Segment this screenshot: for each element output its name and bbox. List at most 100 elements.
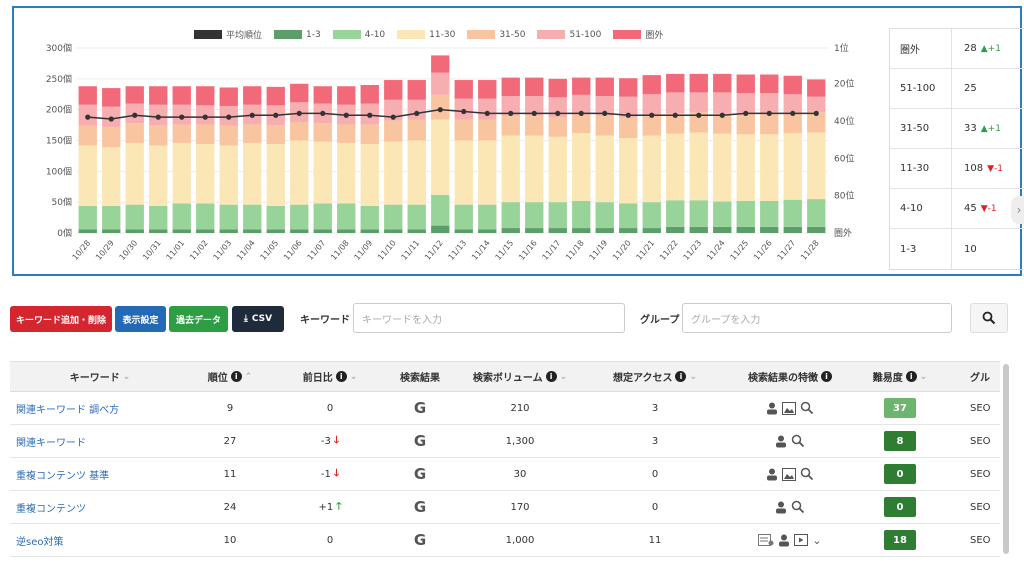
col-volume[interactable]: 検索ボリューム i ⌄	[450, 362, 590, 391]
feature-icons: ⌄	[758, 534, 822, 547]
bar-segment	[431, 225, 450, 233]
x-tick-label: 11/11	[400, 239, 422, 262]
keyword-link[interactable]: 重複コンテンツ 基準	[10, 458, 190, 490]
bar-segment	[102, 147, 121, 206]
group-value: SEO	[970, 402, 991, 414]
google-icon[interactable]: G	[414, 498, 426, 516]
y-tick-label-left: 50個	[52, 196, 72, 208]
bar-segment	[807, 199, 826, 227]
col-access[interactable]: 想定アクセス i ⌄	[590, 362, 720, 391]
bar-segment	[196, 144, 215, 204]
average-rank-point	[555, 110, 561, 117]
chevron-down-icon[interactable]: ⌄	[812, 534, 821, 547]
bar-segment	[337, 203, 356, 230]
y-tick-label-left: 300個	[46, 42, 72, 54]
bar-segment	[196, 229, 215, 233]
keyword-link[interactable]: 関連キーワード 調べ方	[10, 392, 190, 424]
bar-segment	[525, 115, 544, 136]
volume-value: 210	[510, 402, 530, 414]
google-icon[interactable]: G	[414, 432, 426, 450]
volume-cell: 1,300	[450, 425, 590, 457]
y-tick-label-left: 100個	[46, 165, 72, 177]
bar-segment	[125, 204, 144, 230]
google-icon[interactable]: G	[414, 465, 426, 483]
download-icon: ⤓	[243, 314, 248, 324]
difficulty-badge: 37	[884, 398, 916, 418]
bar-segment	[360, 229, 379, 233]
features-cell: ⌄	[720, 524, 860, 556]
table-row[interactable]: 関連キーワード 調べ方 9 0 G 210 3 37 SEO	[10, 392, 1000, 425]
volume-value: 1,000	[505, 534, 535, 546]
bar-segment	[360, 144, 379, 206]
prev-value: -1	[320, 468, 331, 480]
past-data-button[interactable]: 過去データ	[169, 306, 228, 332]
display-settings-button[interactable]: 表示設定	[115, 306, 166, 332]
bar-segment	[783, 133, 802, 200]
access-value: 3	[651, 402, 659, 414]
search-button[interactable]	[970, 303, 1008, 333]
access-value: 0	[651, 501, 659, 513]
table-row[interactable]: 重複コンテンツ 24 +1 🡑 G 170 0 0 SEO	[10, 491, 1000, 524]
keyword-text: 関連キーワード 調べ方	[16, 404, 120, 416]
ranking-chart: 300個 250個 200個 150個 100個 50個 0個 1位 20位 40位 60位 80位圏…	[46, 42, 855, 262]
x-tick-label: 11/24	[705, 239, 727, 262]
google-icon[interactable]: G	[414, 399, 426, 417]
bar-segment	[431, 72, 450, 95]
bar-segment	[783, 75, 802, 95]
col-access-label: 想定アクセス	[612, 373, 673, 384]
bar-segment	[619, 78, 638, 97]
add-delete-keyword-button[interactable]: キーワード追加・削除	[10, 306, 112, 332]
bar-segment	[125, 142, 144, 205]
keyword-link[interactable]: 関連キーワード	[10, 425, 190, 457]
bar-segment	[572, 200, 591, 229]
bar-segment	[290, 83, 309, 103]
keyword-link[interactable]: 重複コンテンツ	[10, 491, 190, 523]
results-cell: G	[390, 392, 450, 424]
x-tick-label: 11/08	[329, 239, 351, 262]
info-icon: i	[545, 371, 557, 382]
group-search-input[interactable]: グループを入力	[682, 303, 952, 333]
bar-segment	[713, 73, 732, 93]
table-row[interactable]: 関連キーワード 27 -3 🡓 G 1,300 3 8 SEO	[10, 425, 1000, 458]
bar-segment	[736, 113, 755, 135]
bar-segment	[713, 201, 732, 227]
bar-segment	[689, 200, 708, 227]
bar-segment	[172, 142, 191, 204]
x-tick-label: 10/31	[141, 239, 163, 262]
csv-download-button[interactable]: ⤓ CSV	[232, 306, 284, 332]
col-results-label: 検索結果	[400, 373, 440, 384]
bar-segment	[689, 132, 708, 201]
table-row[interactable]: 逆seo対策 10 0 G 1,000 11 ⌄ 18 SEO	[10, 524, 1000, 557]
average-rank-point	[273, 112, 279, 118]
col-prev[interactable]: 前日比 i ⌄	[270, 362, 390, 391]
average-rank-point	[249, 112, 255, 118]
chevron-right-icon[interactable]: ›	[1011, 196, 1024, 224]
google-icon[interactable]: G	[414, 531, 426, 549]
x-tick-label: 11/16	[517, 239, 539, 262]
image-icon	[782, 467, 796, 481]
average-rank-point	[531, 110, 537, 117]
bar-segment	[290, 204, 309, 230]
table-scrollbar[interactable]	[1003, 364, 1009, 554]
keyword-link[interactable]: 逆seo対策	[10, 524, 190, 556]
x-tick-label: 11/23	[682, 239, 704, 262]
bar-segment	[384, 141, 403, 205]
summary-count: 45	[964, 203, 977, 214]
bar-segment	[78, 229, 97, 233]
x-tick-label: 11/15	[494, 239, 516, 262]
x-tick-label: 11/20	[611, 239, 633, 262]
arrow-up-icon: 🡑	[336, 500, 342, 512]
bar-segment	[525, 202, 544, 229]
col-rank[interactable]: 順位 i ⌃	[190, 362, 270, 391]
prev-value: 0	[326, 402, 334, 414]
keyword-search-input[interactable]: キーワードを入力	[353, 303, 625, 333]
bar-segment	[548, 78, 567, 98]
average-rank-point	[602, 110, 608, 117]
table-row[interactable]: 重複コンテンツ 基準 11 -1 🡓 G 30 0 0 SEO	[10, 458, 1000, 491]
col-keyword[interactable]: キーワード ⌄	[10, 362, 190, 391]
x-tick-label: 11/28	[799, 239, 821, 262]
col-difficulty[interactable]: 難易度 i ⌄	[860, 362, 940, 391]
bar-segment	[642, 228, 661, 233]
summary-value: 10	[952, 244, 977, 255]
rank-cell: 24	[190, 491, 270, 523]
